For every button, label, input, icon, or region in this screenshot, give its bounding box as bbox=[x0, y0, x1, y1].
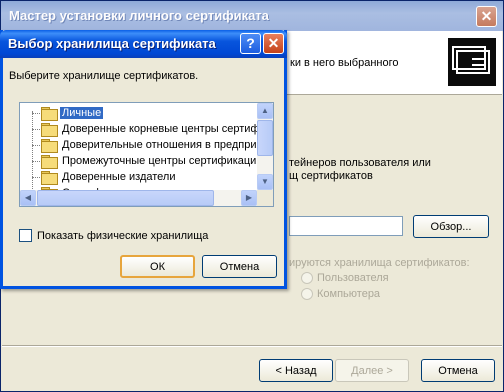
tree-horizontal-scrollbar[interactable]: ◀ ▶ bbox=[20, 190, 257, 206]
ok-button[interactable]: ОК bbox=[120, 255, 195, 278]
tree-connector-h bbox=[32, 161, 40, 162]
scroll-right-arrow-icon[interactable]: ▶ bbox=[241, 190, 257, 206]
wizard-description: тейнеров пользователя или щ сертификатов bbox=[289, 157, 431, 183]
scrollbar-corner bbox=[257, 190, 273, 206]
tree-connector-h bbox=[32, 177, 40, 178]
radio-computer-button[interactable] bbox=[301, 288, 313, 300]
wizard-titlebar: Мастер установки личного сертификата ✕ bbox=[1, 1, 503, 31]
store-item-label: Доверительные отношения в предпри bbox=[62, 139, 257, 151]
store-item-label: Промежуточные центры сертификаци bbox=[62, 155, 257, 167]
store-path-field[interactable] bbox=[289, 216, 403, 236]
radio-user-label: Пользователя bbox=[317, 272, 389, 284]
vertical-scroll-thumb[interactable] bbox=[257, 120, 273, 156]
store-item-label: Доверенные корневые центры сертиф bbox=[62, 123, 260, 135]
store-item-label: Личные bbox=[60, 107, 104, 119]
wizard-separator bbox=[2, 345, 502, 347]
store-item-trusted-root[interactable]: Доверенные корневые центры сертиф bbox=[41, 121, 262, 137]
scroll-up-arrow-icon[interactable]: ▲ bbox=[257, 103, 273, 119]
folder-icon bbox=[41, 171, 58, 185]
store-type-label: ируются хранилища сертификатов: bbox=[289, 257, 470, 269]
dialog-titlebar: Выбор хранилища сертификата ? ✕ bbox=[0, 30, 287, 58]
select-certificate-store-dialog: Выбор хранилища сертификата ? ✕ Выберите… bbox=[0, 30, 287, 289]
store-item-intermediate[interactable]: Промежуточные центры сертификаци bbox=[41, 153, 258, 169]
scroll-down-arrow-icon[interactable]: ▼ bbox=[257, 174, 273, 190]
wizard-title: Мастер установки личного сертификата bbox=[9, 8, 269, 23]
tree-connector-h bbox=[32, 145, 40, 146]
radio-user-button[interactable] bbox=[301, 272, 313, 284]
certificate-icon bbox=[448, 38, 496, 86]
folder-icon bbox=[41, 107, 58, 121]
folder-icon bbox=[41, 139, 58, 153]
next-button[interactable]: Далее > bbox=[335, 359, 409, 382]
show-physical-stores[interactable]: Показать физические хранилища bbox=[19, 229, 208, 242]
browse-button[interactable]: Обзор... bbox=[413, 215, 489, 238]
radio-computer[interactable]: Компьютера bbox=[301, 288, 380, 300]
folder-icon bbox=[41, 123, 58, 137]
wizard-close-button[interactable]: ✕ bbox=[476, 6, 497, 27]
tree-connector-h bbox=[32, 113, 40, 114]
wizard-description-line2: щ сертификатов bbox=[289, 170, 373, 182]
tree-connector-h bbox=[32, 129, 40, 130]
horizontal-scroll-thumb[interactable] bbox=[37, 190, 214, 206]
tree-connector bbox=[32, 111, 33, 201]
tree-vertical-scrollbar[interactable]: ▲ ▼ bbox=[257, 103, 273, 190]
radio-computer-label: Компьютера bbox=[317, 288, 381, 300]
certificate-store-tree[interactable]: Личные Доверенные корневые центры сертиф… bbox=[19, 102, 274, 207]
store-item-personal[interactable]: Личные bbox=[41, 105, 104, 121]
wizard-cancel-button[interactable]: Отмена bbox=[421, 359, 495, 382]
dialog-cancel-button[interactable]: Отмена bbox=[202, 255, 277, 278]
store-item-enterprise-trust[interactable]: Доверительные отношения в предпри bbox=[41, 137, 259, 153]
wizard-description-line1: тейнеров пользователя или bbox=[289, 157, 431, 169]
store-item-trusted-publishers[interactable]: Доверенные издатели bbox=[41, 169, 177, 185]
store-item-label: Доверенные издатели bbox=[62, 171, 176, 183]
radio-user[interactable]: Пользователя bbox=[301, 272, 389, 284]
dialog-title: Выбор хранилища сертификата bbox=[8, 36, 216, 51]
dialog-prompt: Выберите хранилище сертификатов. bbox=[9, 70, 199, 82]
show-physical-checkbox[interactable] bbox=[19, 229, 32, 242]
back-button[interactable]: < Назад bbox=[259, 359, 333, 382]
folder-icon bbox=[41, 155, 58, 169]
show-physical-label: Показать физические хранилища bbox=[37, 229, 209, 242]
scroll-left-arrow-icon[interactable]: ◀ bbox=[20, 190, 36, 206]
wizard-header-text: ки в него выбранного bbox=[290, 57, 399, 69]
dialog-close-button[interactable]: ✕ bbox=[263, 33, 284, 54]
help-button[interactable]: ? bbox=[240, 33, 261, 54]
